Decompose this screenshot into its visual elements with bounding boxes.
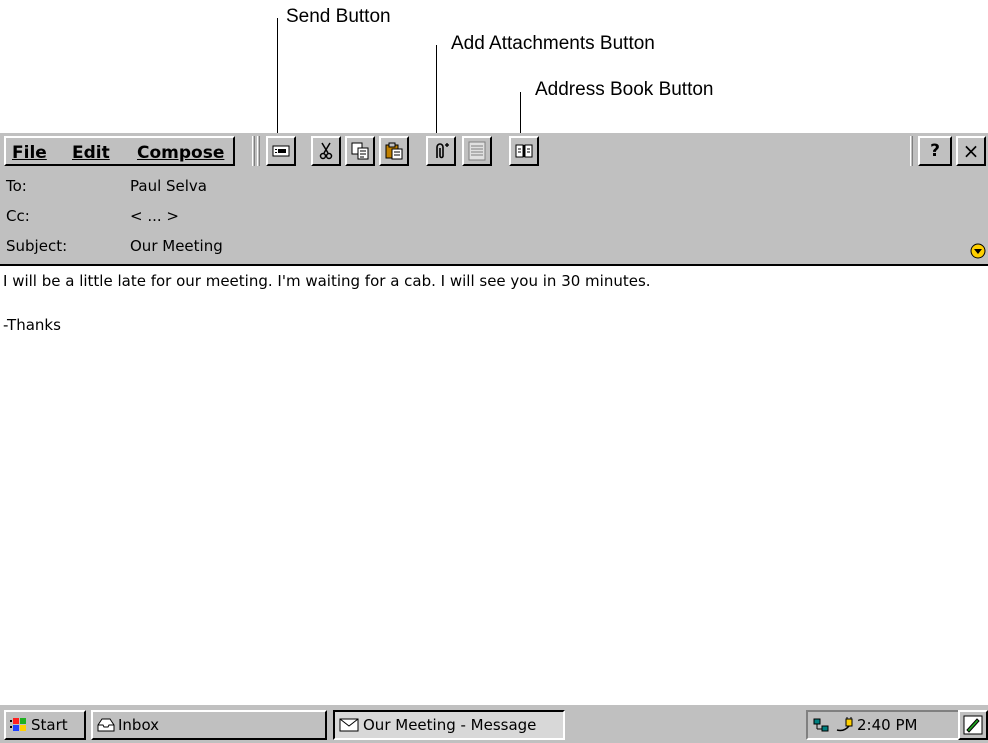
- menu-toolbar: File Edit Compose ? ×: [0, 133, 988, 171]
- send-leader-line: [277, 18, 278, 134]
- input-panel-button[interactable]: [958, 710, 988, 740]
- menu-compose[interactable]: Compose: [137, 143, 224, 163]
- toolbar-grip-2: [257, 136, 260, 166]
- cc-row: Cc: < ... >: [0, 201, 988, 231]
- taskbar: Start Inbox Our Meeting - Message 2:40 P…: [0, 703, 988, 743]
- scissors-icon: [319, 142, 333, 160]
- menu-edit[interactable]: Edit: [72, 143, 110, 163]
- network-icon[interactable]: [813, 716, 835, 734]
- send-callout: Send Button: [286, 6, 391, 27]
- cc-field[interactable]: < ... >: [130, 207, 179, 225]
- message-body[interactable]: I will be a little late for our meeting.…: [3, 270, 983, 336]
- close-icon: ×: [962, 139, 980, 163]
- power-plug-icon[interactable]: [835, 716, 853, 734]
- message-header: To: Paul Selva Cc: < ... > Subject: Our …: [0, 171, 988, 266]
- inbox-icon: [97, 718, 115, 732]
- inbox-label: Inbox: [118, 716, 160, 734]
- to-field[interactable]: Paul Selva: [130, 177, 207, 195]
- windows-flag-icon: [10, 718, 26, 731]
- attach-leader-line: [436, 45, 437, 134]
- subject-field[interactable]: Our Meeting: [130, 237, 223, 255]
- address-callout: Address Book Button: [535, 79, 714, 100]
- to-label[interactable]: To:: [6, 177, 27, 195]
- clock[interactable]: 2:40 PM: [857, 716, 917, 734]
- notes-icon: [468, 141, 486, 161]
- start-button[interactable]: Start: [4, 710, 86, 740]
- toolbar-grip[interactable]: [252, 136, 255, 166]
- address-book-button[interactable]: [509, 136, 539, 166]
- close-button[interactable]: ×: [956, 136, 986, 166]
- cut-button[interactable]: [311, 136, 341, 166]
- add-attachment-button[interactable]: [426, 136, 456, 166]
- copy-icon: [351, 142, 369, 160]
- send-button[interactable]: [266, 136, 296, 166]
- attach-callout: Add Attachments Button: [451, 33, 655, 54]
- paperclip-icon: [436, 143, 449, 159]
- notes-button[interactable]: [462, 136, 492, 166]
- address-leader-line: [520, 92, 521, 134]
- subject-row: Subject: Our Meeting: [0, 231, 988, 261]
- address-book-icon: [515, 144, 533, 158]
- copy-button[interactable]: [345, 136, 375, 166]
- start-label: Start: [31, 716, 68, 734]
- paste-icon: [385, 142, 403, 160]
- pen-input-icon: [963, 715, 983, 735]
- menu-bar: File Edit Compose: [4, 136, 235, 166]
- subject-label: Subject:: [6, 237, 68, 255]
- help-button[interactable]: ?: [918, 136, 952, 166]
- inbox-task-button[interactable]: Inbox: [91, 710, 327, 740]
- send-icon: [272, 145, 290, 157]
- menu-file[interactable]: File: [12, 143, 47, 163]
- active-window-label: Our Meeting - Message: [363, 716, 537, 734]
- envelope-icon: [339, 718, 359, 732]
- cc-label[interactable]: Cc:: [6, 207, 30, 225]
- to-row: To: Paul Selva: [0, 171, 988, 201]
- paste-button[interactable]: [379, 136, 409, 166]
- collapse-header-icon[interactable]: [970, 243, 986, 259]
- system-tray: 2:40 PM: [806, 710, 960, 740]
- toolbar-separator: [910, 136, 913, 166]
- active-window-task-button[interactable]: Our Meeting - Message: [333, 710, 565, 740]
- help-icon: ?: [930, 141, 940, 161]
